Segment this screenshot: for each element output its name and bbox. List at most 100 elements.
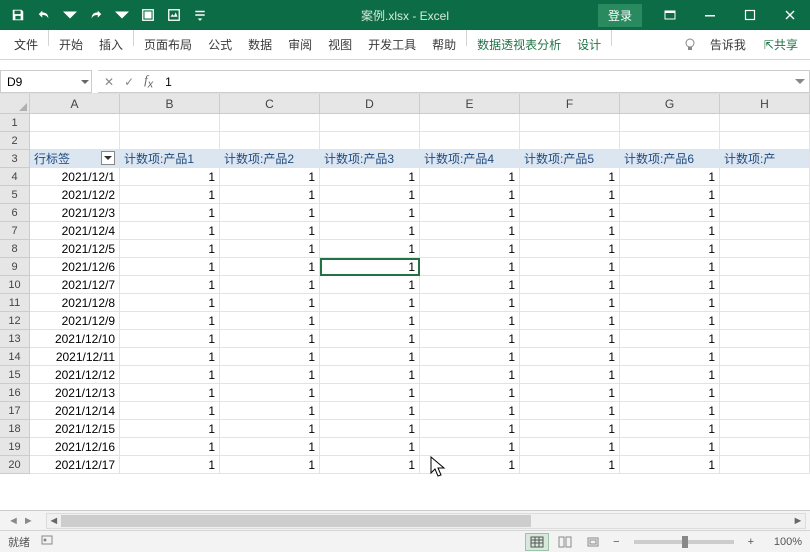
enter-formula-button[interactable]: ✓ bbox=[124, 75, 134, 89]
cell-B12[interactable]: 1 bbox=[120, 312, 220, 330]
cell-B1[interactable] bbox=[120, 114, 220, 132]
cell-H8[interactable] bbox=[720, 240, 810, 258]
sheet-nav-next[interactable]: ► bbox=[23, 515, 34, 527]
cell-B20[interactable]: 1 bbox=[120, 456, 220, 474]
view-page-layout-button[interactable] bbox=[553, 533, 577, 551]
cell-E4[interactable]: 1 bbox=[420, 168, 520, 186]
login-button[interactable]: 登录 bbox=[598, 4, 642, 27]
share-button[interactable]: ⇱ 共享 bbox=[758, 30, 804, 60]
cell-G6[interactable]: 1 bbox=[620, 204, 720, 222]
cell-D8[interactable]: 1 bbox=[320, 240, 420, 258]
cell-A13[interactable]: 2021/12/10 bbox=[30, 330, 120, 348]
cell-G2[interactable] bbox=[620, 132, 720, 150]
cell-D13[interactable]: 1 bbox=[320, 330, 420, 348]
formula-expand-button[interactable] bbox=[795, 75, 805, 89]
cell-G12[interactable]: 1 bbox=[620, 312, 720, 330]
zoom-in-button[interactable]: + bbox=[744, 536, 758, 548]
redo-dropdown[interactable] bbox=[110, 3, 134, 27]
cell-H18[interactable] bbox=[720, 420, 810, 438]
cell-G8[interactable]: 1 bbox=[620, 240, 720, 258]
col-header-A[interactable]: A bbox=[30, 94, 120, 114]
cell-H7[interactable] bbox=[720, 222, 810, 240]
cell-A6[interactable]: 2021/12/3 bbox=[30, 204, 120, 222]
cell-E1[interactable] bbox=[420, 114, 520, 132]
cell-B9[interactable]: 1 bbox=[120, 258, 220, 276]
cell-B13[interactable]: 1 bbox=[120, 330, 220, 348]
cell-G14[interactable]: 1 bbox=[620, 348, 720, 366]
cell-E7[interactable]: 1 bbox=[420, 222, 520, 240]
cell-B17[interactable]: 1 bbox=[120, 402, 220, 420]
cell-D20[interactable]: 1 bbox=[320, 456, 420, 474]
cell-B19[interactable]: 1 bbox=[120, 438, 220, 456]
tab-1[interactable]: 开始 bbox=[51, 30, 91, 60]
cell-H9[interactable] bbox=[720, 258, 810, 276]
cell-H1[interactable] bbox=[720, 114, 810, 132]
cell-B4[interactable]: 1 bbox=[120, 168, 220, 186]
cell-A14[interactable]: 2021/12/11 bbox=[30, 348, 120, 366]
pivot-col-header-5[interactable]: 计数项:产品5 bbox=[520, 150, 620, 168]
cell-E10[interactable]: 1 bbox=[420, 276, 520, 294]
view-page-break-button[interactable] bbox=[581, 533, 605, 551]
cell-F1[interactable] bbox=[520, 114, 620, 132]
col-header-H[interactable]: H bbox=[720, 94, 810, 114]
cell-C4[interactable]: 1 bbox=[220, 168, 320, 186]
redo-button[interactable] bbox=[84, 3, 108, 27]
tab-2[interactable]: 插入 bbox=[91, 30, 131, 60]
cell-E12[interactable]: 1 bbox=[420, 312, 520, 330]
cell-A1[interactable] bbox=[30, 114, 120, 132]
pivot-col-header-2[interactable]: 计数项:产品2 bbox=[220, 150, 320, 168]
row-header-11[interactable]: 11 bbox=[0, 294, 30, 312]
tab-7[interactable]: 视图 bbox=[320, 30, 360, 60]
tab-8[interactable]: 开发工具 bbox=[360, 30, 424, 60]
cell-H17[interactable] bbox=[720, 402, 810, 420]
cell-D2[interactable] bbox=[320, 132, 420, 150]
cell-C15[interactable]: 1 bbox=[220, 366, 320, 384]
cell-F7[interactable]: 1 bbox=[520, 222, 620, 240]
row-header-14[interactable]: 14 bbox=[0, 348, 30, 366]
hscroll-right-arrow[interactable]: ► bbox=[791, 514, 805, 528]
cell-A8[interactable]: 2021/12/5 bbox=[30, 240, 120, 258]
cell-H15[interactable] bbox=[720, 366, 810, 384]
cell-A5[interactable]: 2021/12/2 bbox=[30, 186, 120, 204]
cell-H4[interactable] bbox=[720, 168, 810, 186]
cell-G20[interactable]: 1 bbox=[620, 456, 720, 474]
cell-F16[interactable]: 1 bbox=[520, 384, 620, 402]
cell-D19[interactable]: 1 bbox=[320, 438, 420, 456]
zoom-out-button[interactable]: − bbox=[609, 536, 623, 548]
minimize-button[interactable] bbox=[690, 0, 730, 30]
cell-C17[interactable]: 1 bbox=[220, 402, 320, 420]
zoom-percent[interactable]: 100% bbox=[762, 536, 802, 548]
cell-D9[interactable]: 1 bbox=[320, 258, 420, 276]
cell-G9[interactable]: 1 bbox=[620, 258, 720, 276]
cell-D14[interactable]: 1 bbox=[320, 348, 420, 366]
tab-10[interactable]: 数据透视表分析 bbox=[469, 30, 569, 60]
cell-E9[interactable]: 1 bbox=[420, 258, 520, 276]
pivot-row-label-header[interactable]: 行标签 bbox=[30, 150, 120, 168]
cell-C6[interactable]: 1 bbox=[220, 204, 320, 222]
cell-G16[interactable]: 1 bbox=[620, 384, 720, 402]
cell-E14[interactable]: 1 bbox=[420, 348, 520, 366]
cell-D17[interactable]: 1 bbox=[320, 402, 420, 420]
pivot-col-header-1[interactable]: 计数项:产品1 bbox=[120, 150, 220, 168]
cell-C20[interactable]: 1 bbox=[220, 456, 320, 474]
row-header-3[interactable]: 3 bbox=[0, 150, 30, 168]
qat-custom2-button[interactable] bbox=[162, 3, 186, 27]
cell-E17[interactable]: 1 bbox=[420, 402, 520, 420]
row-header-12[interactable]: 12 bbox=[0, 312, 30, 330]
cell-G15[interactable]: 1 bbox=[620, 366, 720, 384]
tab-6[interactable]: 审阅 bbox=[280, 30, 320, 60]
cell-C12[interactable]: 1 bbox=[220, 312, 320, 330]
cell-F2[interactable] bbox=[520, 132, 620, 150]
cell-D11[interactable]: 1 bbox=[320, 294, 420, 312]
cell-H12[interactable] bbox=[720, 312, 810, 330]
cell-A16[interactable]: 2021/12/13 bbox=[30, 384, 120, 402]
view-normal-button[interactable] bbox=[525, 533, 549, 551]
cell-G7[interactable]: 1 bbox=[620, 222, 720, 240]
cell-H5[interactable] bbox=[720, 186, 810, 204]
cell-D6[interactable]: 1 bbox=[320, 204, 420, 222]
cell-A17[interactable]: 2021/12/14 bbox=[30, 402, 120, 420]
row-header-8[interactable]: 8 bbox=[0, 240, 30, 258]
cell-B7[interactable]: 1 bbox=[120, 222, 220, 240]
cell-D12[interactable]: 1 bbox=[320, 312, 420, 330]
qat-more-button[interactable] bbox=[188, 3, 212, 27]
